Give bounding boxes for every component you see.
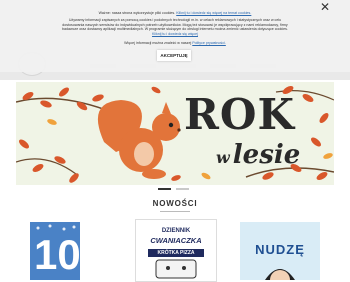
slider-dot-active[interactable] (158, 188, 171, 190)
slider-dot[interactable] (176, 188, 189, 190)
cookie-notice-line: Ważne: nasza strona wykorzystuje pliki c… (0, 11, 350, 16)
cookie-more-link[interactable]: Kliknij tu i dowiedz się więcej (152, 32, 198, 36)
accept-cookies-button[interactable]: AKCEPTUJĘ (157, 50, 191, 61)
hero-subtitle-word: lesie (232, 140, 301, 170)
book-title: NUDZĘ (255, 242, 305, 257)
book-title-line: CWANIACZKA (150, 236, 202, 245)
book-cover[interactable]: 10 (30, 222, 80, 280)
cookie-privacy-line: Więcej informacji można znaleźć w naszej… (0, 41, 350, 46)
cookie-paragraph-text: Używamy informacji zapisanych za pomocą … (62, 18, 288, 32)
book-cover-art (265, 269, 295, 280)
hero-subtitle-prefix: w (216, 148, 230, 167)
cookie-info-link[interactable]: Kliknij tu i dowiedz się więcej na temat… (176, 11, 251, 15)
book-cover-art (155, 259, 197, 279)
close-icon[interactable]: ✕ (318, 0, 332, 14)
section-title-new: NOWOŚCI (152, 199, 198, 208)
hero-subtitle: w lesie (216, 140, 300, 170)
cookie-paragraph: Używamy informacji zapisanych za pomocą … (60, 18, 290, 36)
cookie-banner: Ważne: nasza strona wykorzystuje pliki c… (0, 0, 350, 72)
cookie-notice-text: Ważne: nasza strona wykorzystuje pliki c… (98, 11, 176, 15)
book-cover[interactable]: DZIENNIK CWANIACZKA KRÓTKA PIZZA (135, 219, 217, 282)
cookie-privacy-text: Więcej informacji można znaleźć w naszej (124, 41, 192, 45)
hero-banner[interactable]: ROK w lesie (16, 82, 334, 185)
privacy-policy-link[interactable]: Polityce prywatności. (192, 41, 226, 45)
hero-title: ROK (184, 90, 295, 139)
book-cover[interactable]: NUDZĘ (240, 222, 320, 280)
slider-indicators (158, 188, 189, 190)
book-title-line: DZIENNIK (161, 228, 191, 234)
section-divider (160, 211, 190, 212)
book-title: 10 (34, 231, 80, 278)
